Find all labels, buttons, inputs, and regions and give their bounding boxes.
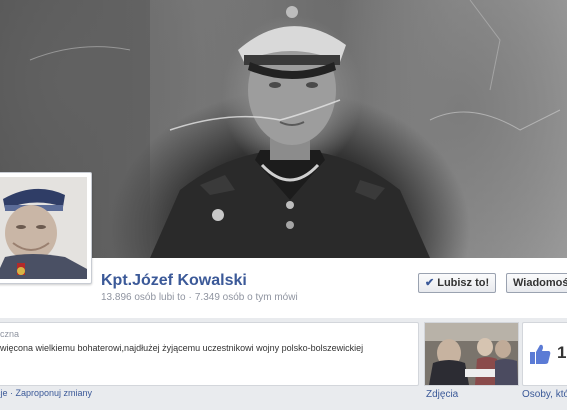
stats-separator: · xyxy=(188,292,192,303)
about-box: czna więcona wielkiemu bohaterowi,najdłu… xyxy=(0,322,419,386)
like-button[interactable]: ✔ Lubisz to! xyxy=(418,273,496,293)
profile-picture[interactable] xyxy=(0,172,92,284)
about-links[interactable]: cje · Zaproponuj zmiany xyxy=(0,388,92,398)
talking-about-text: 7.349 osób o tym mówi xyxy=(194,292,298,303)
message-button[interactable]: Wiadomość xyxy=(506,273,567,293)
profile-picture-image xyxy=(0,177,87,279)
thumbs-up-icon xyxy=(530,344,551,364)
check-icon: ✔ xyxy=(425,277,435,289)
like-button-label: Lubisz to! xyxy=(437,277,490,289)
likes-count-text[interactable]: 13.896 osób lubi to xyxy=(101,292,186,303)
likes-box-label[interactable]: Osoby, któ xyxy=(522,389,567,400)
photos-label[interactable]: Zdjęcia xyxy=(426,389,458,400)
photos-thumbnail[interactable] xyxy=(424,322,519,386)
likes-box-count: 13 xyxy=(557,343,567,362)
page-stats: 13.896 osób lubi to · 7.349 osób o tym mów… xyxy=(101,292,298,303)
page-description: więcona wielkiemu bohaterowi,najdłużej ż… xyxy=(0,343,364,353)
message-button-label: Wiadomość xyxy=(513,277,567,289)
page-title[interactable]: Kpt.Józef Kowalski xyxy=(101,272,247,290)
likes-box[interactable]: 13 xyxy=(522,322,567,386)
page-category: czna xyxy=(0,329,20,339)
